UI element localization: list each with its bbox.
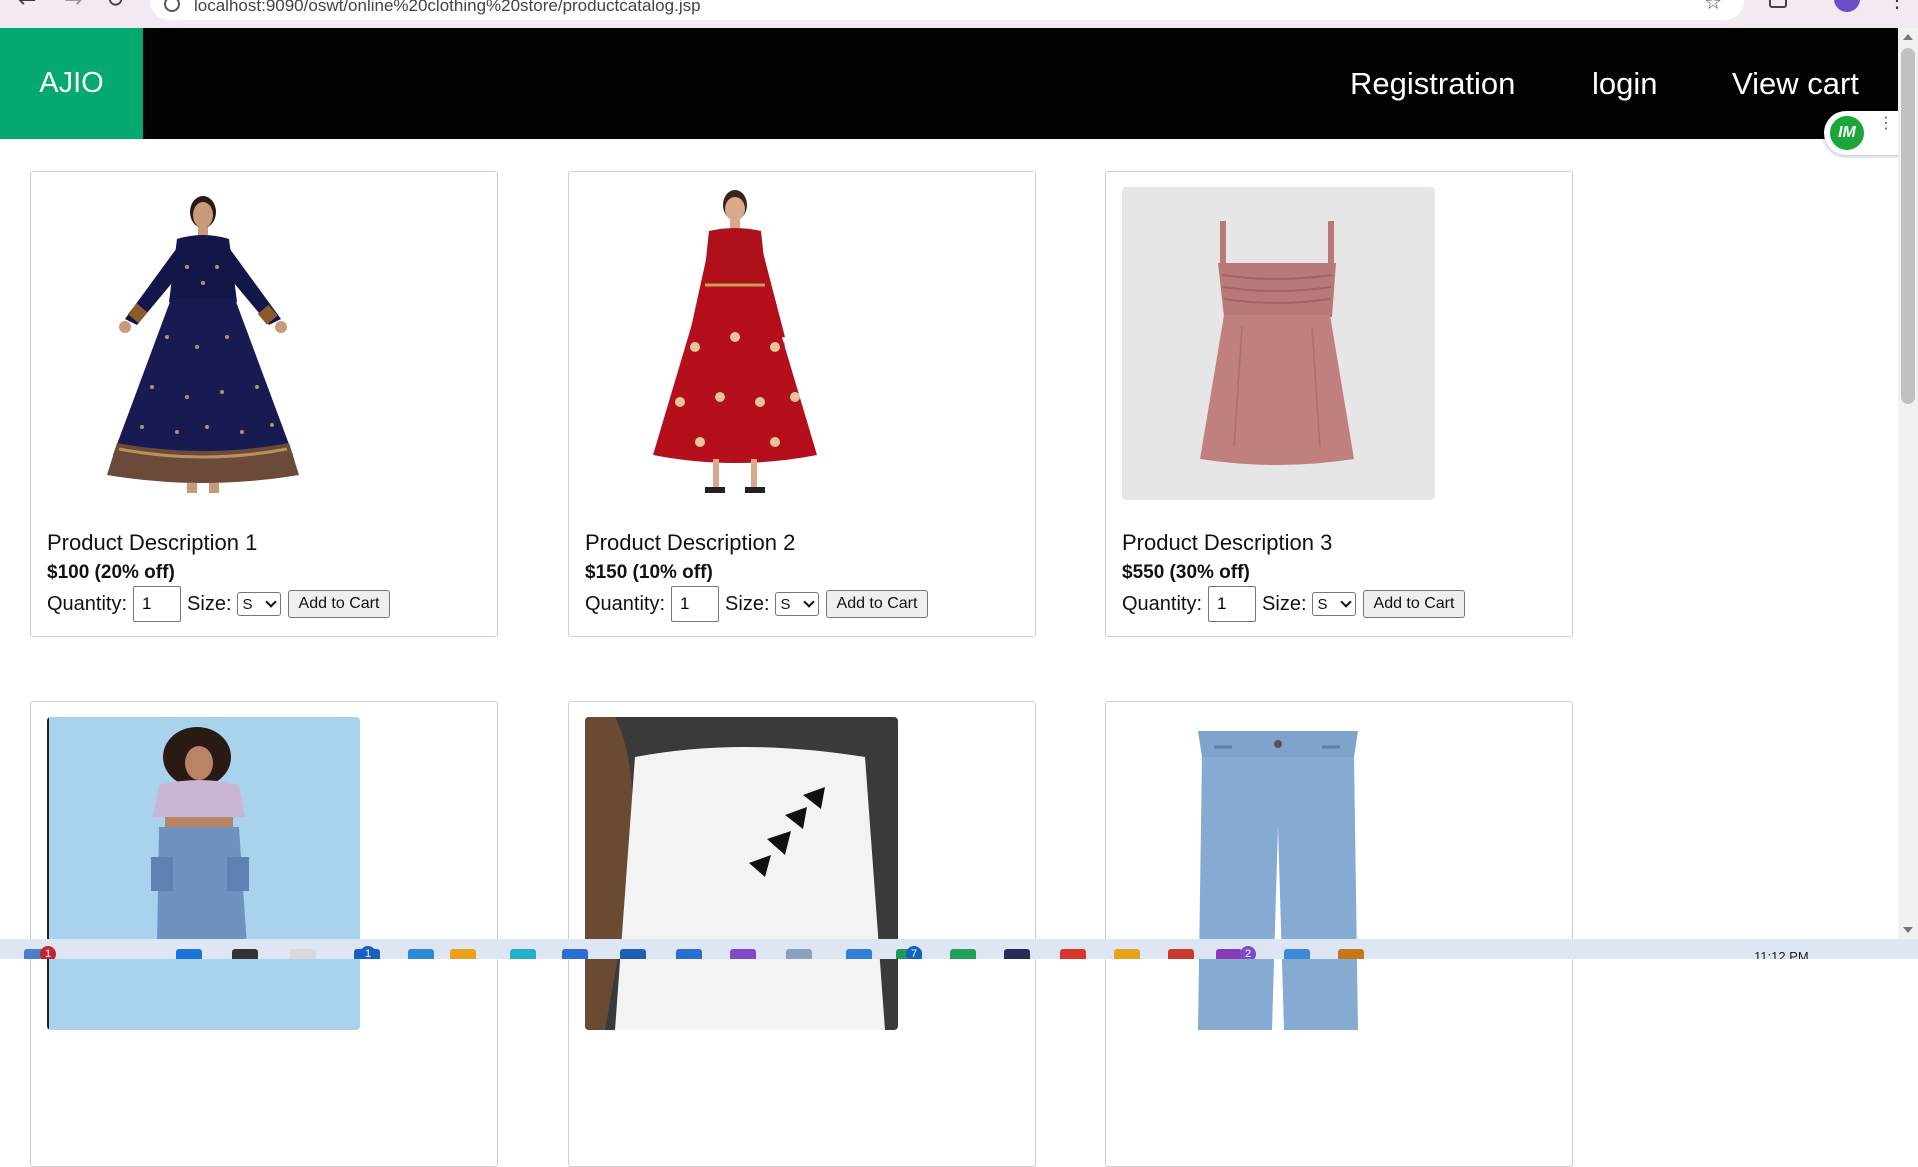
app-icon[interactable] (1284, 949, 1310, 959)
product-card: Product Description 2 $150 (10% off) Qua… (568, 171, 1036, 637)
bookmark-star-icon[interactable]: ☆ (1704, 0, 1722, 14)
size-select-value: S (780, 595, 791, 613)
notification-badge: 2 (1240, 946, 1256, 959)
app-icon[interactable] (562, 949, 588, 959)
product-price: $550 (30% off) (1122, 562, 1250, 583)
size-label: Size: (725, 592, 770, 615)
product-controls: Quantity: Size: S Add to Cart (585, 585, 929, 623)
extension-logo-icon[interactable]: IM (1828, 114, 1866, 152)
product-image[interactable] (585, 187, 898, 500)
quantity-label: Quantity: (1122, 592, 1203, 615)
product-card (568, 701, 1036, 1167)
app-icon[interactable] (1114, 949, 1140, 959)
notification-badge: 7 (906, 946, 922, 959)
notification-badge: 1 (40, 946, 56, 959)
product-card (30, 701, 498, 1167)
address-bar[interactable]: localhost:9090/oswt/online%20clothing%20… (150, 0, 1744, 20)
product-image[interactable] (585, 717, 898, 1030)
product-image[interactable] (47, 187, 360, 500)
folder-icon[interactable] (450, 949, 476, 959)
app-icon[interactable] (730, 949, 756, 959)
size-select[interactable]: S (1311, 592, 1356, 616)
product-price: $150 (10% off) (585, 562, 713, 583)
product-card: Product Description 1 $100 (20% off) Qua… (30, 171, 498, 637)
size-select-value: S (242, 595, 253, 613)
address-bar-url[interactable]: localhost:9090/oswt/online%20clothing%20… (194, 0, 701, 16)
quantity-label: Quantity: (585, 592, 666, 615)
app-icon[interactable] (846, 949, 872, 959)
scroll-up-icon[interactable] (1903, 34, 1913, 40)
taskbar-clock[interactable]: 11:12 PM (1754, 949, 1809, 959)
product-controls: Quantity: Size: S Add to Cart (47, 585, 391, 623)
product-image[interactable] (1122, 717, 1435, 1030)
edge-icon[interactable] (510, 949, 536, 959)
taskview-icon[interactable] (290, 949, 316, 959)
quantity-input[interactable] (133, 586, 182, 622)
drag-handle-icon[interactable]: ⋮⋮ (1878, 116, 1908, 132)
extensions-icon[interactable] (1769, 0, 1787, 8)
app-icon[interactable] (1338, 949, 1364, 959)
chevron-down-icon (1339, 596, 1352, 608)
app-icon[interactable] (1168, 949, 1194, 959)
app-icon[interactable] (620, 949, 646, 959)
app-icon[interactable] (1216, 949, 1242, 959)
chrome-icon[interactable] (1060, 949, 1086, 959)
app-icon[interactable] (676, 949, 702, 959)
os-taskbar: 1 1 7 2 11:12 PM (0, 939, 1918, 959)
chevron-down-icon (264, 596, 277, 608)
site-info-icon[interactable] (164, 0, 180, 12)
app-icon[interactable] (408, 949, 434, 959)
nav-registration[interactable]: Registration (1350, 28, 1515, 139)
browser-menu-icon[interactable]: ⋮ (1887, 0, 1907, 12)
app-icon[interactable] (950, 949, 976, 959)
size-select[interactable]: S (774, 592, 819, 616)
product-image[interactable] (47, 717, 360, 1030)
forward-icon[interactable]: → (64, 0, 82, 13)
site-header: AJIO Registration login View cart (0, 28, 1898, 139)
size-select-value: S (1317, 595, 1328, 613)
product-image[interactable] (1122, 187, 1435, 500)
size-label: Size: (187, 592, 232, 615)
search-icon[interactable] (232, 949, 258, 959)
product-description: Product Description 3 (1122, 530, 1333, 555)
profile-avatar[interactable] (1834, 0, 1860, 12)
scroll-down-icon[interactable] (1903, 927, 1913, 933)
quantity-label: Quantity: (47, 592, 128, 615)
quantity-input[interactable] (1208, 586, 1257, 622)
add-to-cart-button[interactable]: Add to Cart (825, 590, 929, 618)
notification-badge: 1 (360, 946, 376, 959)
add-to-cart-button[interactable]: Add to Cart (287, 590, 391, 618)
browser-toolbar: ← → ↻ localhost:9090/oswt/online%20cloth… (0, 0, 1918, 28)
product-description: Product Description 1 (47, 530, 258, 555)
page-scrollbar[interactable] (1898, 28, 1918, 939)
add-to-cart-button[interactable]: Add to Cart (1362, 590, 1466, 618)
brand-logo[interactable]: AJIO (0, 28, 143, 139)
size-label: Size: (1262, 592, 1307, 615)
product-description: Product Description 2 (585, 530, 796, 555)
chevron-down-icon (802, 596, 815, 608)
product-controls: Quantity: Size: S Add to Cart (1122, 585, 1466, 623)
reload-icon[interactable]: ↻ (106, 0, 124, 13)
windows-icon[interactable] (176, 949, 202, 959)
app-icon[interactable] (786, 949, 812, 959)
app-icon[interactable] (1004, 949, 1030, 959)
quantity-input[interactable] (671, 586, 720, 622)
extension-badge[interactable]: IM ⋮⋮ (1824, 111, 1908, 155)
product-card (1105, 701, 1573, 1167)
scrollbar-thumb[interactable] (1901, 48, 1915, 404)
size-select[interactable]: S (236, 592, 281, 616)
product-price: $100 (20% off) (47, 562, 175, 583)
product-card: Product Description 3 $550 (30% off) Qua… (1105, 171, 1573, 637)
nav-login[interactable]: login (1592, 28, 1658, 139)
back-icon[interactable]: ← (18, 0, 36, 13)
